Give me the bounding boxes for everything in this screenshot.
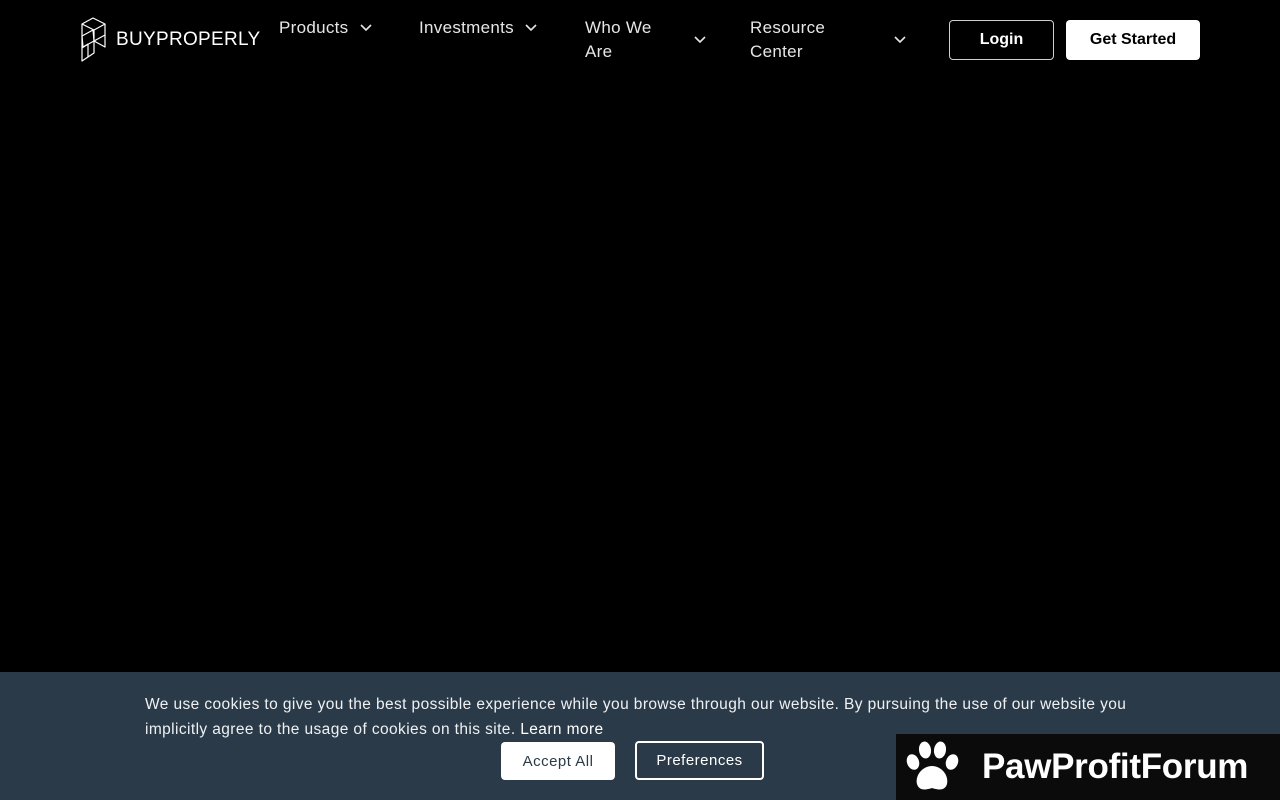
watermark-text: PawProfitForum (982, 747, 1249, 786)
cube-stack-logo-icon (81, 17, 106, 62)
chevron-down-icon (893, 35, 907, 45)
nav-resource-center-label: Resource Center (750, 18, 826, 61)
nav-products-label: Products (279, 18, 349, 37)
watermark: PawProfitForum (896, 734, 1280, 800)
nav-who-we-are[interactable]: Who We Are (585, 16, 707, 64)
nav-who-we-are-label: Who We Are (585, 18, 652, 61)
cookie-message-text: We use cookies to give you the best poss… (145, 696, 1127, 738)
nav-investments[interactable]: Investments (419, 16, 538, 40)
nav-resource-center[interactable]: Resource Center (750, 16, 907, 64)
brand-logo[interactable]: BUYPROPERLY (80, 17, 260, 62)
chevron-down-icon (359, 23, 373, 33)
login-button[interactable]: Login (949, 20, 1054, 60)
nav-investments-label: Investments (419, 18, 514, 37)
preferences-button[interactable]: Preferences (635, 741, 764, 780)
learn-more-link[interactable]: Learn more (520, 721, 603, 738)
chevron-down-icon (524, 23, 538, 33)
chevron-down-icon (693, 35, 707, 45)
top-navbar: BUYPROPERLY Products Investments Who We … (0, 0, 1280, 80)
accept-all-button[interactable]: Accept All (501, 742, 615, 780)
get-started-button[interactable]: Get Started (1066, 20, 1200, 60)
brand-name: BUYPROPERLY (116, 28, 261, 50)
nav-products[interactable]: Products (279, 16, 373, 40)
paw-icon (906, 741, 959, 790)
